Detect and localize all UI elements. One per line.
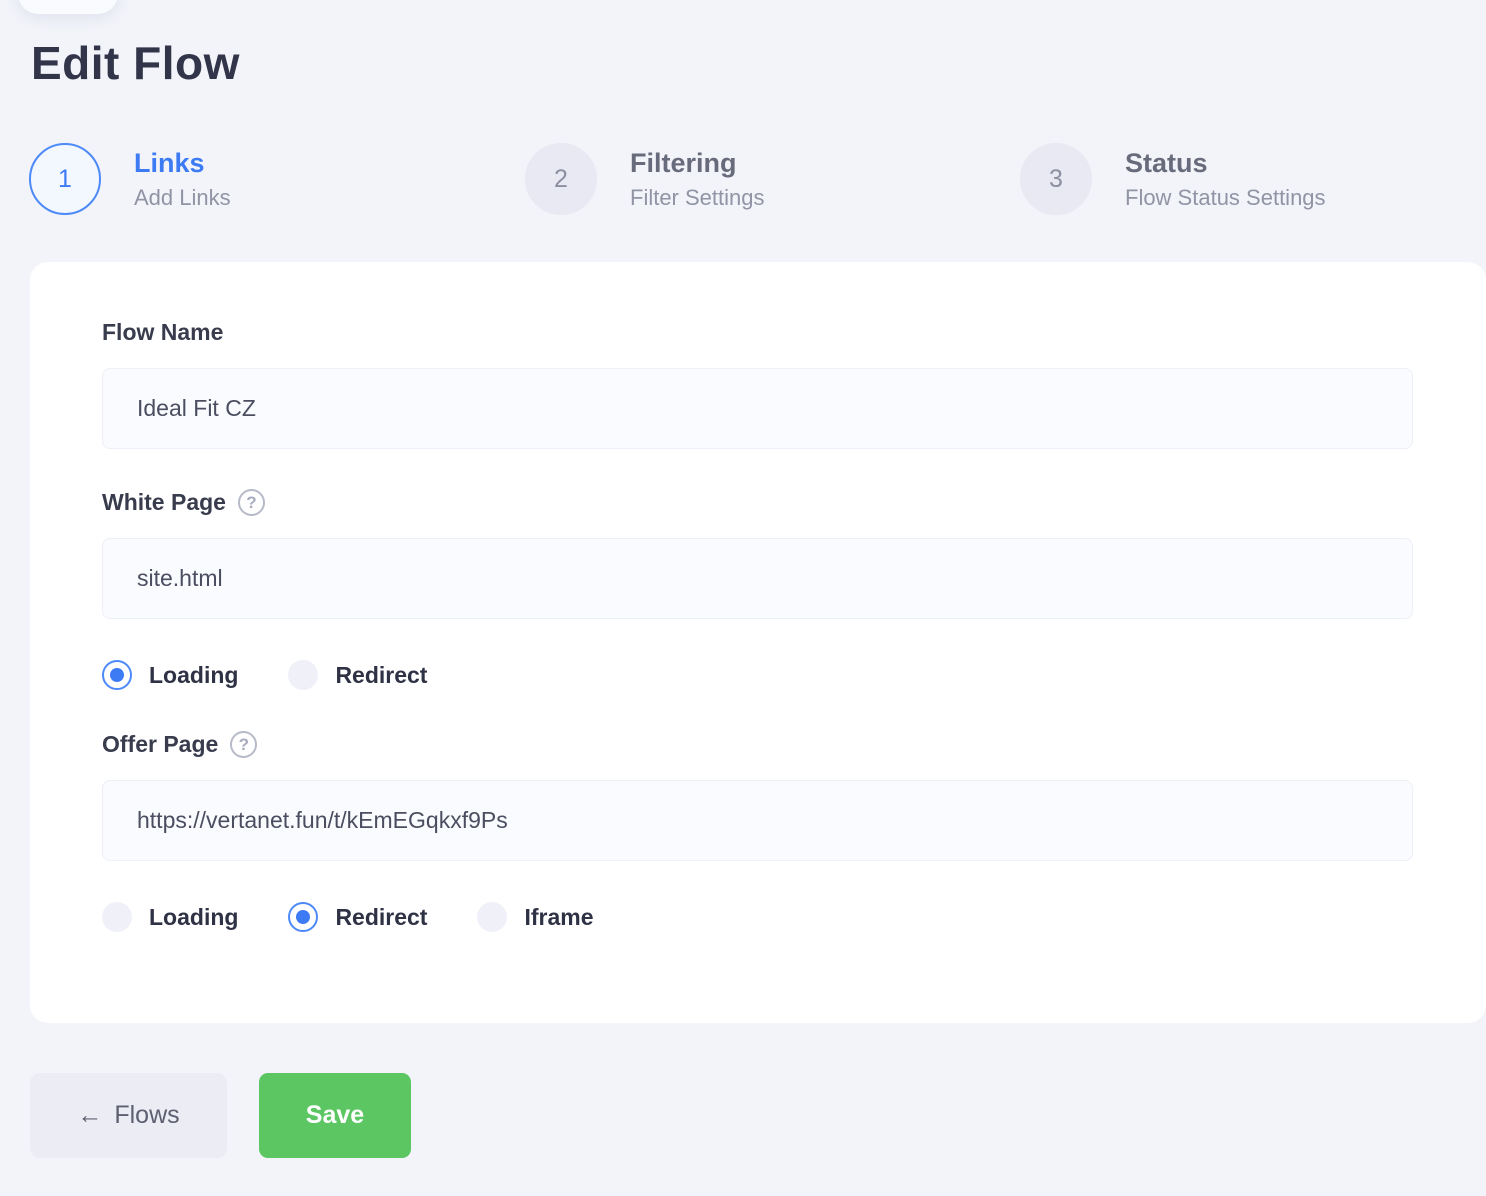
- white-page-label-text: White Page: [102, 489, 226, 516]
- save-button-label: Save: [306, 1101, 364, 1130]
- radio-circle[interactable]: [102, 660, 132, 690]
- edit-flow-form-card: Flow Name White Page ? Loading Redirect …: [30, 262, 1486, 1023]
- partial-pill-decoration: [18, 0, 118, 14]
- question-circle-icon[interactable]: ?: [230, 731, 257, 758]
- step-filtering[interactable]: 2 Filtering Filter Settings: [525, 143, 765, 215]
- page-title: Edit Flow: [31, 36, 240, 90]
- flow-name-label: Flow Name: [102, 319, 1414, 346]
- question-circle-icon[interactable]: ?: [238, 489, 265, 516]
- radio-circle[interactable]: [288, 660, 318, 690]
- footer-actions: ← Flows Save: [30, 1073, 411, 1158]
- left-arrow-icon: ←: [77, 1101, 102, 1130]
- step-label: Filtering: [630, 147, 765, 181]
- flow-name-input[interactable]: [102, 368, 1413, 449]
- back-to-flows-button[interactable]: ← Flows: [30, 1073, 227, 1158]
- white-page-loading-radio[interactable]: Loading: [102, 660, 238, 690]
- radio-dot: [485, 910, 499, 924]
- offer-page-input[interactable]: [102, 780, 1413, 861]
- radio-dot: [110, 668, 124, 682]
- flow-name-label-text: Flow Name: [102, 319, 223, 346]
- white-page-label: White Page ?: [102, 489, 1414, 516]
- save-button[interactable]: Save: [259, 1073, 411, 1158]
- offer-page-label: Offer Page ?: [102, 731, 1414, 758]
- radio-circle[interactable]: [102, 902, 132, 932]
- radio-label: Loading: [149, 904, 238, 931]
- offer-page-redirect-radio[interactable]: Redirect: [288, 902, 427, 932]
- radio-label: Redirect: [335, 904, 427, 931]
- step-sublabel: Flow Status Settings: [1125, 185, 1326, 211]
- offer-page-mode-radio-group: Loading Redirect Iframe: [102, 901, 1414, 933]
- white-page-mode-radio-group: Loading Redirect: [102, 659, 1414, 691]
- white-page-input[interactable]: [102, 538, 1413, 619]
- radio-dot: [296, 668, 310, 682]
- stepper: 1 Links Add Links 2 Filtering Filter Set…: [0, 143, 1486, 217]
- step-number-badge: 3: [1020, 143, 1092, 215]
- step-number-badge: 2: [525, 143, 597, 215]
- offer-page-iframe-radio[interactable]: Iframe: [477, 902, 593, 932]
- radio-label: Loading: [149, 662, 238, 689]
- offer-page-label-text: Offer Page: [102, 731, 218, 758]
- step-label: Links: [134, 147, 231, 181]
- step-number-badge: 1: [29, 143, 101, 215]
- offer-page-loading-radio[interactable]: Loading: [102, 902, 238, 932]
- step-status[interactable]: 3 Status Flow Status Settings: [1020, 143, 1326, 215]
- step-links[interactable]: 1 Links Add Links: [29, 143, 231, 215]
- radio-label: Redirect: [335, 662, 427, 689]
- radio-circle[interactable]: [477, 902, 507, 932]
- back-to-flows-label: Flows: [114, 1101, 179, 1130]
- step-label: Status: [1125, 147, 1326, 181]
- step-sublabel: Add Links: [134, 185, 231, 211]
- radio-dot: [110, 910, 124, 924]
- white-page-redirect-radio[interactable]: Redirect: [288, 660, 427, 690]
- radio-dot: [296, 910, 310, 924]
- radio-circle[interactable]: [288, 902, 318, 932]
- radio-label: Iframe: [524, 904, 593, 931]
- step-sublabel: Filter Settings: [630, 185, 765, 211]
